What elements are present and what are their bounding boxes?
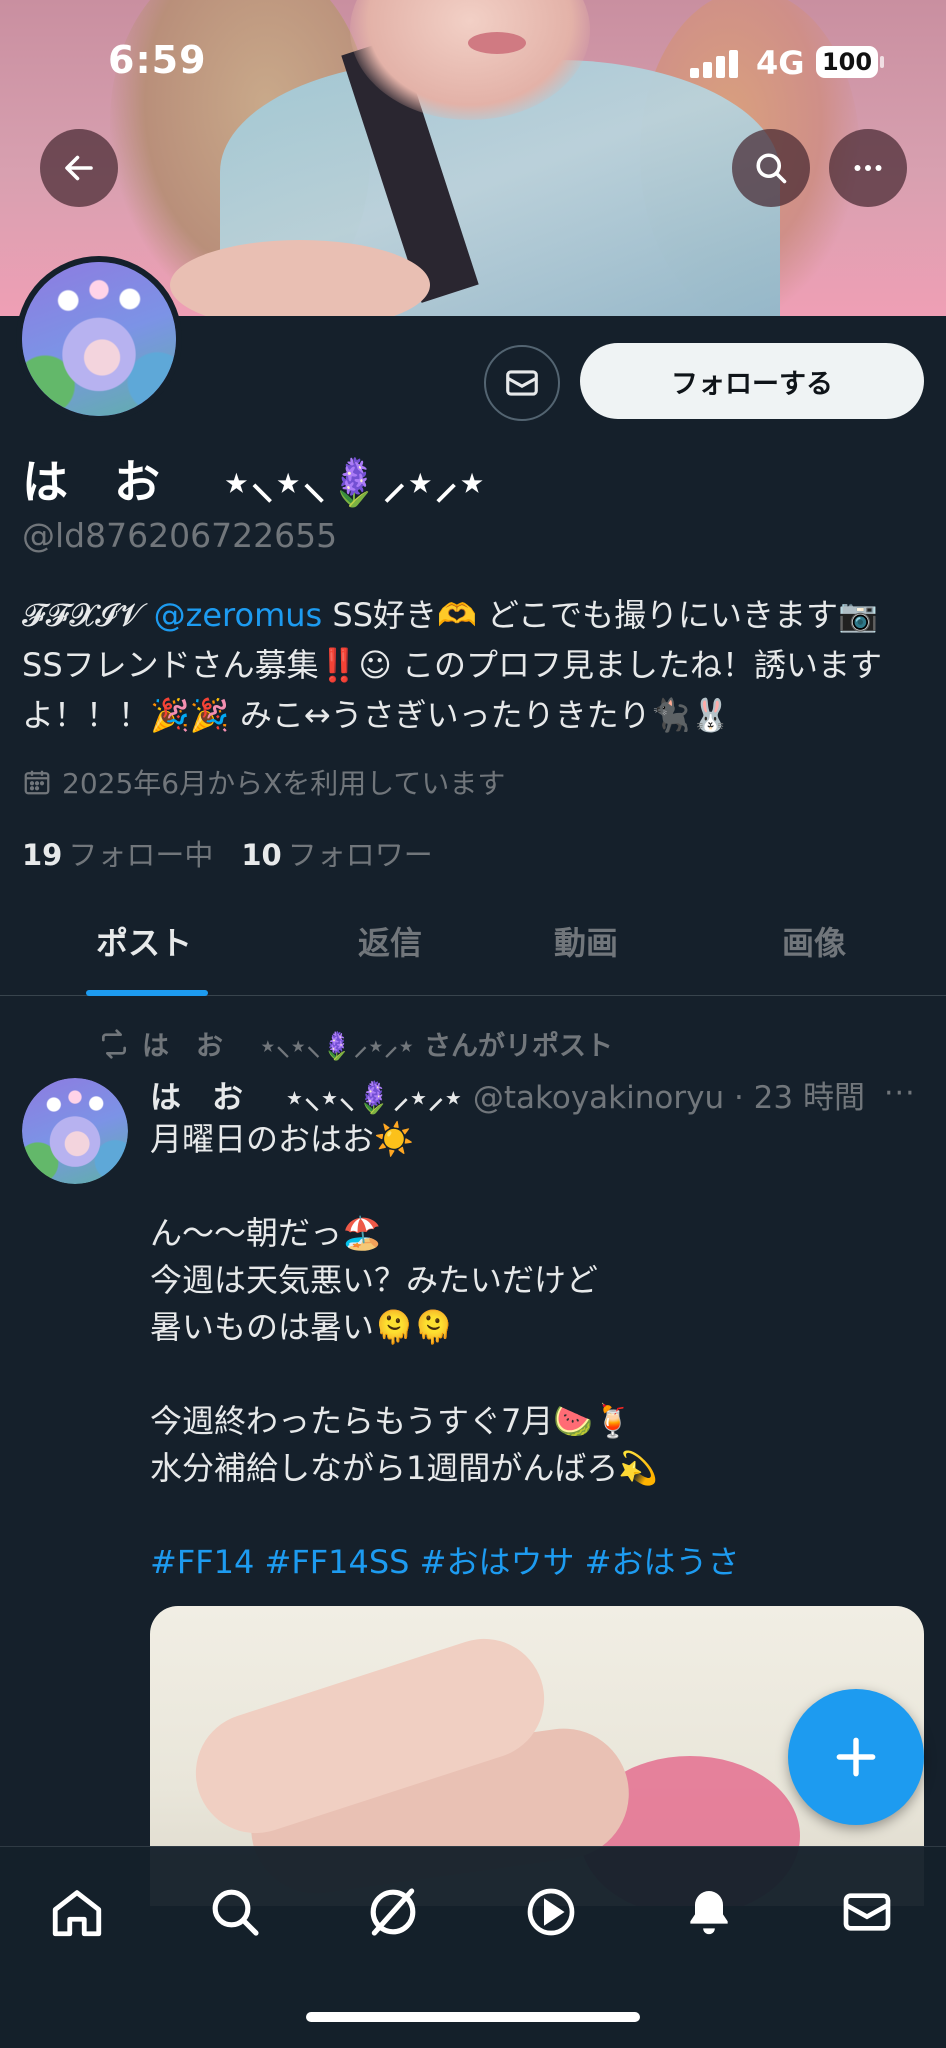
status-time: 6:59: [108, 38, 207, 82]
tab-posts[interactable]: ポスト: [96, 918, 192, 964]
post-text: 月曜日のおはお☀️ ん〜〜朝だっ🏖️ 今週は天気悪い？みたいだけど 暑いものは暑…: [150, 1116, 920, 1586]
tab-replies[interactable]: 返信: [358, 918, 422, 964]
profile-name: は お ⋆⸜⋆⸜🪻⸝⋆⸝⋆: [22, 455, 487, 509]
post-time[interactable]: · 23 時間: [734, 1080, 865, 1116]
grok-icon: [370, 1888, 416, 1936]
bio-prefix: 𝓕𝓕𝓧𝓘𝓥: [22, 596, 154, 634]
mail-icon: [506, 370, 538, 396]
post-line: 暑いものは暑い🫠🫠: [150, 1308, 454, 1346]
tab-videos[interactable]: 動画: [554, 918, 618, 964]
video-icon: [527, 1888, 575, 1936]
post-line: 月曜日のおはお☀️: [150, 1120, 414, 1158]
home-icon: [52, 1890, 102, 1937]
more-icon: [854, 165, 882, 171]
signal-icon: [690, 48, 740, 78]
active-tab-indicator: [86, 990, 208, 996]
battery-icon: 100: [816, 46, 878, 78]
post-line: 今週は天気悪い？みたいだけど: [150, 1261, 599, 1299]
joined-date: 2025年6月からXを利用しています: [22, 762, 505, 802]
profile-tabs: ポスト 返信 動画 画像: [0, 888, 946, 996]
profile-avatar[interactable]: [16, 256, 182, 422]
home-indicator[interactable]: [306, 2012, 640, 2022]
post-line: ん〜〜朝だっ🏖️: [150, 1214, 382, 1252]
network-type: 4G: [756, 44, 805, 82]
nav-home[interactable]: [42, 1877, 112, 1947]
post-line: [150, 1492, 920, 1539]
plus-icon: [836, 1737, 876, 1777]
tab-media[interactable]: 画像: [782, 918, 846, 964]
nav-video[interactable]: [516, 1877, 586, 1947]
post-author-name[interactable]: は お ⋆⸜⋆⸜🪻⸝⋆⸝⋆: [150, 1080, 463, 1116]
repost-indicator[interactable]: は お ⋆⸜⋆⸜🪻⸝⋆⸝⋆ さんがリポスト: [98, 1024, 613, 1063]
back-arrow-icon: [65, 155, 93, 181]
more-button[interactable]: [829, 129, 907, 207]
post-more-button[interactable]: ···: [884, 1076, 916, 1111]
followers-link[interactable]: 10 フォロワー: [241, 838, 432, 872]
search-icon: [212, 1889, 259, 1936]
follow-counts: 19 フォロー中 10 フォロワー: [22, 832, 433, 874]
post-author-handle[interactable]: @takoyakinoryu: [473, 1080, 724, 1116]
back-button[interactable]: [40, 129, 118, 207]
nav-messages[interactable]: [832, 1877, 902, 1947]
post-line: 水分補給しながら1週間がんばろ💫: [150, 1449, 659, 1487]
search-button[interactable]: [732, 129, 810, 207]
bell-icon: [690, 1891, 728, 1935]
joined-text: 2025年6月からXを利用しています: [62, 767, 506, 800]
message-button[interactable]: [484, 345, 560, 421]
compose-button[interactable]: [788, 1689, 924, 1825]
post-line: [150, 1351, 920, 1398]
repost-label: は お ⋆⸜⋆⸜🪻⸝⋆⸝⋆ さんがリポスト: [142, 1031, 614, 1062]
post-hashtags[interactable]: #FF14 #FF14SS #おはウサ #おはうさ: [150, 1539, 920, 1586]
follow-button[interactable]: フォローする: [580, 343, 924, 419]
search-icon: [756, 153, 787, 184]
post-line: 今週終わったらもうすぐ7月🍉🍹: [150, 1402, 634, 1440]
bio-mention-link[interactable]: @zeromus: [154, 596, 323, 634]
nav-grok[interactable]: [358, 1877, 428, 1947]
profile-bio: 𝓕𝓕𝓧𝓘𝓥 @zeromus SS好き🫶 どこでも撮りにいきます📷 SSフレンド…: [22, 590, 922, 740]
nav-search[interactable]: [200, 1877, 270, 1947]
repost-icon: [102, 1028, 126, 1059]
nav-notifications[interactable]: [674, 1877, 744, 1947]
following-link[interactable]: 19 フォロー中: [22, 838, 213, 872]
profile-handle: @ld876206722655: [22, 516, 338, 555]
post-author-avatar[interactable]: [22, 1078, 128, 1184]
post-line: [150, 1163, 920, 1210]
status-bar: 6:59 4G 100: [0, 0, 946, 120]
calendar-icon: [24, 770, 50, 795]
mail-icon: [843, 1893, 891, 1931]
post-header: は お ⋆⸜⋆⸜🪻⸝⋆⸝⋆ @takoyakinoryu · 23 時間: [150, 1072, 865, 1118]
